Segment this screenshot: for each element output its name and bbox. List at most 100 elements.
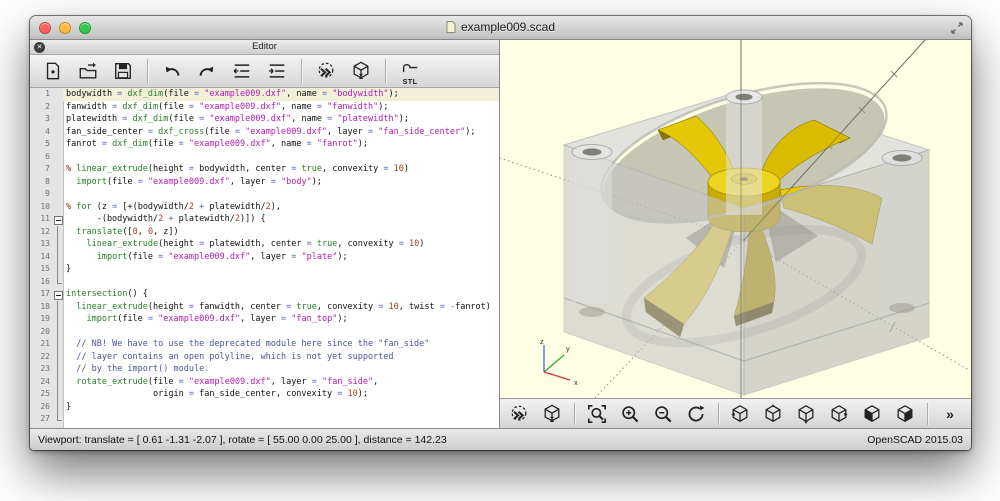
code-line[interactable]: 27 (30, 413, 499, 426)
fold-marker (53, 138, 63, 151)
code-line[interactable]: 21 // NB! We have to use the deprecated … (30, 338, 499, 351)
view-top-button[interactable] (762, 402, 784, 426)
toolbar-separator (301, 59, 302, 83)
fold-marker (53, 401, 63, 414)
fold-marker (53, 113, 63, 126)
zoom-all-button[interactable] (586, 402, 608, 426)
fold-marker (53, 126, 63, 139)
code-line[interactable]: 22 // layer contains an open polyline, w… (30, 351, 499, 364)
code-text: platewidth = dxf_dim(file = "example009.… (63, 113, 499, 126)
axis-indicator: z y x (526, 336, 586, 388)
zoom-in-button[interactable] (619, 402, 641, 426)
code-line[interactable]: 20 (30, 326, 499, 339)
viewport-toolbar: » (500, 398, 971, 428)
export-stl-label: STL (402, 78, 417, 85)
fold-marker (53, 313, 63, 326)
save-button[interactable] (110, 58, 136, 84)
fold-marker (53, 238, 63, 251)
code-line[interactable]: 24 rotate_extrude(file = "example009.dxf… (30, 376, 499, 389)
zoom-out-icon (653, 404, 673, 424)
code-text: % linear_extrude(height = bodywidth, cen… (63, 163, 499, 176)
fullscreen-icon[interactable] (950, 21, 964, 35)
window-title: example009.scad (30, 20, 971, 36)
code-line[interactable]: 6 (30, 151, 499, 164)
export-stl-button[interactable]: STL (397, 58, 423, 84)
unindent-icon (232, 61, 252, 81)
code-line[interactable]: 23 // by the import() module. (30, 363, 499, 376)
code-line[interactable]: 10% for (z = [+(bodywidth/2 + platewidth… (30, 201, 499, 214)
open-button[interactable] (75, 58, 101, 84)
preview-button[interactable] (313, 58, 339, 84)
code-line[interactable]: 9 (30, 188, 499, 201)
fold-marker (53, 101, 63, 114)
titlebar[interactable]: example009.scad (30, 16, 971, 40)
code-line[interactable]: 14 import(file = "example009.dxf", layer… (30, 251, 499, 264)
undo-button[interactable] (159, 58, 185, 84)
toolbar-separator (574, 403, 575, 425)
code-text: linear_extrude(height = platewidth, cent… (63, 238, 499, 251)
code-line[interactable]: 4fan_side_center = dxf_cross(file = "exa… (30, 126, 499, 139)
view-back-button[interactable] (894, 402, 916, 426)
fold-marker (53, 226, 63, 239)
fold-marker (53, 301, 63, 314)
new-icon (43, 61, 63, 81)
code-text (63, 188, 499, 201)
code-line[interactable]: 18 linear_extrude(height = fanwidth, cen… (30, 301, 499, 314)
view-left-button[interactable] (828, 402, 850, 426)
code-line[interactable]: 2fanwidth = dxf_dim(file = "example009.d… (30, 101, 499, 114)
code-line[interactable]: 13 linear_extrude(height = platewidth, c… (30, 238, 499, 251)
view-bottom-button[interactable] (795, 402, 817, 426)
view-back-icon (895, 404, 915, 424)
redo-button[interactable] (194, 58, 220, 84)
overflow-button[interactable]: » (939, 402, 961, 426)
code-line[interactable]: 3platewidth = dxf_dim(file = "example009… (30, 113, 499, 126)
open-icon (78, 61, 98, 81)
code-line[interactable]: 7% linear_extrude(height = bodywidth, ce… (30, 163, 499, 176)
code-line[interactable]: 16 (30, 276, 499, 289)
code-line[interactable]: 8 import(file = "example009.dxf", layer … (30, 176, 499, 189)
unindent-button[interactable] (229, 58, 255, 84)
line-number: 25 (30, 388, 53, 401)
view-right-icon (730, 404, 750, 424)
line-number: 15 (30, 263, 53, 276)
code-line[interactable]: 17intersection() { (30, 288, 499, 301)
fold-marker (53, 363, 63, 376)
code-editor[interactable]: 1bodywidth = dxf_dim(file = "example009.… (30, 88, 499, 428)
code-line[interactable]: 25 origin = fan_side_center, convexity =… (30, 388, 499, 401)
code-text: fanwidth = dxf_dim(file = "example009.dx… (63, 101, 499, 114)
zoom-out-button[interactable] (652, 402, 674, 426)
zoom-in-icon (620, 404, 640, 424)
code-line[interactable]: 19 import(file = "example009.dxf", layer… (30, 313, 499, 326)
fold-marker (53, 201, 63, 214)
view-right-button[interactable] (729, 402, 751, 426)
code-text: fanrot = dxf_dim(file = "example009.dxf"… (63, 138, 499, 151)
view-front-button[interactable] (861, 402, 883, 426)
code-text: import(file = "example009.dxf", layer = … (63, 251, 499, 264)
new-button[interactable] (40, 58, 66, 84)
indent-button[interactable] (264, 58, 290, 84)
code-line[interactable]: 15} (30, 263, 499, 276)
code-text: % for (z = [+(bodywidth/2 + platewidth/2… (63, 201, 499, 214)
code-line[interactable]: 5fanrot = dxf_dim(file = "example009.dxf… (30, 138, 499, 151)
render-button[interactable] (348, 58, 374, 84)
line-number: 19 (30, 313, 53, 326)
toolbar-separator (718, 403, 719, 425)
reset-view-button[interactable] (685, 402, 707, 426)
undo-icon (162, 61, 182, 81)
code-line[interactable]: 1bodywidth = dxf_dim(file = "example009.… (30, 88, 499, 101)
line-number: 13 (30, 238, 53, 251)
fold-marker (53, 88, 63, 101)
fold-marker[interactable] (53, 288, 63, 301)
code-line[interactable]: 12 translate([0, 0, z]) (30, 226, 499, 239)
code-line[interactable]: 11 -(bodywidth/2 + platewidth/2)]) { (30, 213, 499, 226)
code-line[interactable]: 26} (30, 401, 499, 414)
fold-marker (53, 151, 63, 164)
editor-panel: ✕ Editor STL 1bodywidth = dxf_dim(file =… (30, 40, 500, 428)
fold-marker[interactable] (53, 213, 63, 226)
preview-button[interactable] (508, 402, 530, 426)
viewport-status-text: Viewport: translate = [ 0.61 -1.31 -2.07… (38, 434, 867, 446)
fold-marker (53, 338, 63, 351)
code-text: // by the import() module. (63, 363, 499, 376)
render-button[interactable] (541, 402, 563, 426)
code-text: intersection() { (63, 288, 499, 301)
